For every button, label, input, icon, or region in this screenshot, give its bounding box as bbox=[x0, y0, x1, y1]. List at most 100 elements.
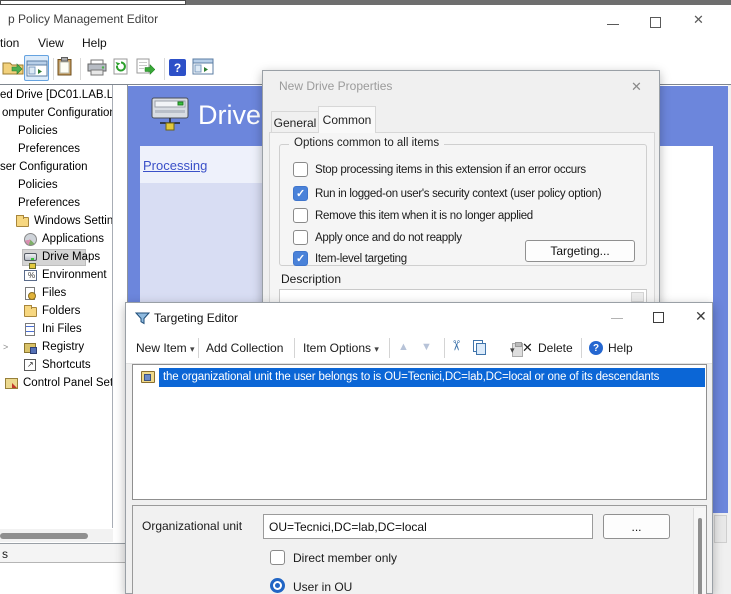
dialog-title: New Drive Properties bbox=[279, 79, 392, 93]
targeting-titlebar: Targeting Editor ✕ bbox=[126, 303, 712, 333]
minimize-icon[interactable] bbox=[611, 318, 623, 319]
tab-general[interactable]: General bbox=[271, 111, 319, 133]
targeting-editor-dialog: Targeting Editor ✕ New Item Add Collecti… bbox=[125, 302, 713, 594]
console-new-window-icon bbox=[192, 58, 214, 75]
delete-icon[interactable] bbox=[522, 339, 533, 357]
checkbox-item-level-targeting-label: Item-level targeting bbox=[315, 253, 407, 265]
details-scrollbar[interactable] bbox=[693, 508, 706, 594]
targeting-editor-title: Targeting Editor bbox=[154, 311, 238, 325]
new-window-button[interactable] bbox=[192, 58, 214, 75]
tree-item-policies[interactable]: Policies bbox=[0, 124, 113, 140]
open-folder-back-button[interactable] bbox=[2, 58, 24, 76]
tree-item-ini-files[interactable]: Ini Files bbox=[0, 322, 113, 338]
tree-item-applications[interactable]: Applications bbox=[0, 232, 113, 248]
targeting-button[interactable]: Targeting... bbox=[525, 240, 635, 262]
maximize-icon[interactable] bbox=[650, 17, 661, 28]
refresh-button[interactable] bbox=[112, 58, 130, 76]
gpp-right-border bbox=[713, 146, 728, 513]
tree-item-shortcuts[interactable]: Shortcuts bbox=[0, 358, 113, 374]
tree-item-windows-settings[interactable]: Windows Settings bbox=[0, 214, 113, 230]
maximize-icon[interactable] bbox=[653, 312, 664, 323]
help-icon[interactable]: ? bbox=[589, 341, 603, 355]
user-in-ou-radio[interactable] bbox=[270, 578, 285, 593]
tree-item-preferences-user[interactable]: Preferences bbox=[0, 196, 113, 212]
menu-help[interactable]: Help bbox=[78, 34, 111, 52]
processing-link[interactable]: Processing bbox=[143, 158, 207, 173]
tree-item-policies-user[interactable]: Policies bbox=[0, 178, 113, 194]
toolbar-separator bbox=[444, 338, 445, 358]
tree-item-registry[interactable]: > Registry bbox=[0, 340, 113, 356]
checkbox-stop-processing[interactable] bbox=[293, 162, 308, 177]
description-label: Description bbox=[281, 272, 341, 286]
help-button[interactable]: ? bbox=[169, 59, 186, 76]
tree-hscrollbar-thumb[interactable] bbox=[0, 533, 88, 539]
checkbox-apply-once[interactable] bbox=[293, 230, 308, 245]
tree-item-preferences[interactable]: Preferences bbox=[0, 142, 113, 158]
organizational-unit-label: Organizational unit bbox=[142, 519, 242, 533]
checkbox-item-level-targeting[interactable] bbox=[293, 251, 308, 266]
toolbar-separator bbox=[389, 338, 390, 358]
open-folder-back-icon bbox=[2, 58, 24, 76]
close-icon[interactable]: ✕ bbox=[693, 13, 704, 26]
move-down-icon[interactable]: ▼ bbox=[421, 341, 432, 353]
toolbar-separator bbox=[294, 338, 295, 358]
tree-item-environment[interactable]: Environment bbox=[0, 268, 113, 284]
tree-item-user-configuration[interactable]: ser Configuration bbox=[0, 160, 113, 176]
console-window-icon bbox=[26, 60, 48, 77]
help-button[interactable]: Help bbox=[608, 341, 633, 355]
textarea-scrollbar-fragment[interactable] bbox=[631, 292, 644, 302]
tree-item-mapped-drive[interactable]: ed Drive [DC01.LAB.LOCA bbox=[0, 88, 113, 104]
copy-icon[interactable] bbox=[473, 340, 486, 355]
add-collection-button[interactable]: Add Collection bbox=[206, 341, 283, 355]
status-text-fragment: s bbox=[2, 547, 8, 561]
organizational-unit-item-icon bbox=[141, 371, 155, 383]
checkbox-stop-processing-label: Stop processing items in this extension … bbox=[315, 164, 586, 176]
refresh-icon bbox=[112, 58, 130, 76]
status-band: s bbox=[0, 544, 125, 563]
menu-action[interactable]: tion bbox=[0, 34, 23, 52]
tab-common[interactable]: Common bbox=[318, 106, 376, 133]
export-list-button[interactable] bbox=[136, 58, 156, 75]
options-group-label: Options common to all items bbox=[289, 137, 444, 149]
shortcuts-icon bbox=[24, 359, 36, 371]
tree-item-folders[interactable]: Folders bbox=[0, 304, 113, 320]
delete-button[interactable]: Delete bbox=[538, 341, 573, 355]
checkbox-remove-item[interactable] bbox=[293, 208, 308, 223]
close-icon[interactable]: ✕ bbox=[631, 79, 642, 95]
tree-item-drive-maps[interactable]: Drive Maps bbox=[0, 250, 113, 266]
menu-bar: tion View Help bbox=[0, 33, 731, 53]
paste-dropdown-icon[interactable] bbox=[510, 340, 515, 358]
scrollbar-fragment[interactable] bbox=[714, 515, 727, 543]
funnel-icon bbox=[135, 311, 150, 326]
tree-item-computer-configuration[interactable]: omputer Configuration bbox=[0, 106, 113, 122]
user-in-ou-label: User in OU bbox=[293, 580, 352, 594]
organizational-unit-input[interactable] bbox=[263, 514, 593, 539]
chevron-down-icon bbox=[374, 341, 379, 355]
direct-member-only-label: Direct member only bbox=[293, 551, 397, 565]
item-options-button[interactable]: Item Options bbox=[303, 341, 379, 355]
radio-dot bbox=[275, 583, 280, 588]
close-icon[interactable]: ✕ bbox=[695, 309, 707, 323]
checkbox-run-logged-on[interactable] bbox=[293, 186, 308, 201]
menu-view[interactable]: View bbox=[34, 34, 68, 52]
expand-chevron-icon[interactable]: > bbox=[3, 342, 8, 352]
drive-maps-header-icon bbox=[150, 94, 196, 136]
show-console-tree-button[interactable] bbox=[24, 55, 49, 81]
files-icon bbox=[25, 287, 35, 300]
minimize-icon[interactable] bbox=[607, 24, 619, 25]
tree-item-control-panel-settings[interactable]: Control Panel Sett bbox=[0, 376, 113, 392]
move-up-icon[interactable]: ▲ bbox=[398, 341, 409, 353]
direct-member-only-checkbox[interactable] bbox=[270, 550, 285, 565]
details-scrollbar-thumb[interactable] bbox=[698, 518, 702, 594]
tree-item-files[interactable]: Files bbox=[0, 286, 113, 302]
environment-icon bbox=[24, 270, 37, 281]
clipboard-button[interactable] bbox=[57, 57, 73, 76]
targeting-list-row[interactable]: the organizational unit the user belongs… bbox=[133, 368, 706, 387]
new-item-button[interactable]: New Item bbox=[136, 341, 195, 355]
toolbar-separator bbox=[198, 338, 199, 358]
print-button[interactable] bbox=[87, 59, 108, 76]
cut-icon[interactable] bbox=[450, 337, 462, 355]
main-window-title: p Policy Management Editor bbox=[8, 12, 158, 26]
browse-ou-button[interactable]: ... bbox=[603, 514, 670, 539]
tree-hscrollbar[interactable] bbox=[0, 529, 113, 542]
